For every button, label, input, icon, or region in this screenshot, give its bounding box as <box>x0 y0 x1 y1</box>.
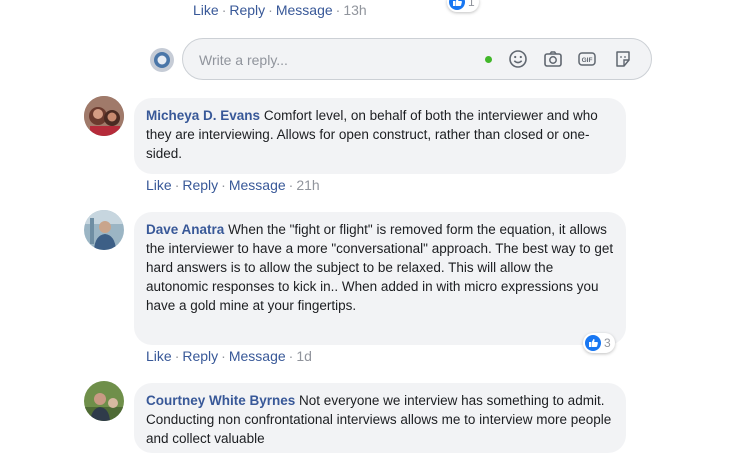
reaction-count: 3 <box>604 336 611 350</box>
reply-link[interactable]: Reply <box>229 2 265 18</box>
like-reaction-icon <box>449 0 465 10</box>
comment-bubble: Micheya D. Evans Comfort level, on behal… <box>134 98 626 174</box>
reaction-badge[interactable]: 1 <box>447 0 479 12</box>
separator: · <box>288 177 294 193</box>
reaction-count: 1 <box>468 0 475 9</box>
svg-text:GIF: GIF <box>582 57 593 64</box>
profile-photo-icon <box>84 381 124 421</box>
commenter-avatar[interactable] <box>84 381 124 421</box>
separator: · <box>268 2 273 18</box>
reply-link[interactable]: Reply <box>182 177 218 193</box>
timestamp[interactable]: 13h <box>343 2 366 18</box>
profile-photo-icon <box>84 96 124 136</box>
profile-photo-icon <box>84 210 124 250</box>
separator: · <box>174 177 180 193</box>
reaction-badge[interactable]: 3 <box>583 333 615 353</box>
like-link[interactable]: Like <box>146 348 172 364</box>
comment-author[interactable]: Courtney White Byrnes <box>146 393 295 408</box>
separator: · <box>174 348 180 364</box>
commenter-avatar[interactable] <box>84 210 124 250</box>
gif-icon[interactable]: GIF <box>577 49 597 69</box>
message-link[interactable]: Message <box>229 177 286 193</box>
separator: · <box>221 177 226 193</box>
comment-actions: Like · Reply · Message · 21h <box>146 177 320 193</box>
current-user-avatar <box>150 48 174 72</box>
timestamp[interactable]: 1d <box>296 348 312 364</box>
top-comment-actions: Like · Reply · Message · 13h <box>193 2 367 18</box>
separator: · <box>288 348 294 364</box>
like-link[interactable]: Like <box>193 2 219 18</box>
like-link[interactable]: Like <box>146 177 172 193</box>
comment-author[interactable]: Micheya D. Evans <box>146 108 260 123</box>
sticker-icon[interactable] <box>613 49 633 69</box>
separator: · <box>221 348 226 364</box>
message-link[interactable]: Message <box>229 348 286 364</box>
separator: · <box>221 2 227 18</box>
comment-bubble: Courtney White Byrnes Not everyone we in… <box>134 383 626 453</box>
message-link[interactable]: Message <box>276 2 333 18</box>
commenter-avatar[interactable] <box>84 96 124 136</box>
comment-bubble: Dave Anatra When the "fight or flight" i… <box>134 212 626 345</box>
timestamp[interactable]: 21h <box>296 177 319 193</box>
camera-icon[interactable] <box>543 49 563 69</box>
emoji-icon[interactable] <box>508 49 528 69</box>
user-avatar-icon <box>150 48 174 72</box>
reply-link[interactable]: Reply <box>182 348 218 364</box>
comment-actions: Like · Reply · Message · 1d <box>146 348 312 364</box>
comment-author[interactable]: Dave Anatra <box>146 222 224 237</box>
like-reaction-icon <box>585 335 601 351</box>
reply-input[interactable] <box>197 48 471 72</box>
separator: · <box>335 2 341 18</box>
online-status-dot <box>485 56 492 63</box>
reply-composer[interactable]: GIF <box>182 38 652 80</box>
